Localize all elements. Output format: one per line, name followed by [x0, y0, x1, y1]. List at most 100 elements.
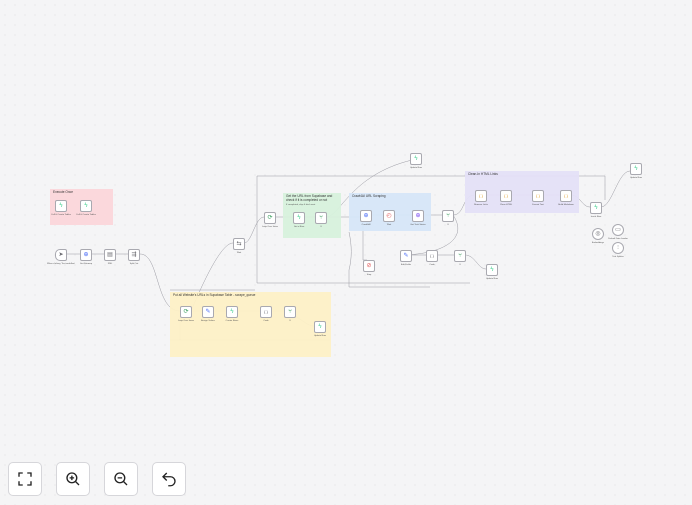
- node-split[interactable]: ⇶: [128, 249, 140, 261]
- node-label: Loop Over Items: [177, 319, 195, 322]
- node-embed[interactable]: ◎: [592, 228, 604, 240]
- node-label: If: [459, 263, 461, 266]
- node-wait2[interactable]: ◴: [383, 210, 395, 222]
- merge-icon: ⇆: [236, 241, 242, 247]
- splitter-icon: ⫶: [617, 245, 619, 251]
- node-clean1[interactable]: { }: [475, 190, 487, 202]
- cursor-icon: ➤: [58, 252, 64, 258]
- sticky-title: Put all Website's URLs in Supabase Table…: [173, 293, 256, 297]
- supabase-icon: ϟ: [490, 267, 494, 273]
- sticky-title: Execute Once: [53, 190, 74, 194]
- if-icon: ⑂: [288, 309, 292, 315]
- node-label: Update Row: [629, 176, 643, 179]
- node-label: Code: [429, 263, 435, 266]
- node-loop1[interactable]: ⟳: [180, 306, 192, 318]
- if-icon: ⑂: [458, 253, 462, 259]
- node-label: Code: [263, 319, 269, 322]
- pencil-icon: ✎: [403, 253, 409, 259]
- code-icon: { }: [536, 193, 540, 198]
- split-icon: ⇶: [131, 252, 137, 258]
- fit-view-button[interactable]: [8, 462, 42, 496]
- zoom-out-icon: [114, 472, 128, 486]
- node-sb-top[interactable]: ϟ: [410, 153, 422, 165]
- zoom-out-button[interactable]: [104, 462, 138, 496]
- pencil-icon: ✎: [205, 309, 211, 315]
- node-sitemap[interactable]: ⊕: [80, 249, 92, 261]
- node-label: Create Rows: [225, 319, 239, 322]
- node-if4[interactable]: ⑂: [454, 250, 466, 262]
- node-sb-bottom[interactable]: ϟ: [486, 264, 498, 276]
- loop-icon: ⟳: [267, 215, 273, 221]
- node-label: Wait: [386, 223, 392, 226]
- node-label: Build Markdown: [558, 203, 574, 206]
- supabase-icon: ϟ: [230, 309, 234, 315]
- node-label: Wait: [236, 251, 242, 254]
- node-label: XML: [107, 262, 113, 265]
- node-label: Text Splitter: [612, 255, 624, 258]
- node-label: Default Data Loader: [608, 237, 628, 240]
- node-clean2[interactable]: { }: [500, 190, 512, 202]
- node-if3[interactable]: ⑂: [442, 210, 454, 222]
- node-label: If: [289, 319, 291, 322]
- node-splitter[interactable]: ⫶: [612, 242, 624, 254]
- node-loop2[interactable]: ⟳: [264, 212, 276, 224]
- node-label: If: [447, 223, 449, 226]
- code-icon: { }: [479, 193, 483, 198]
- http-icon: ⊕: [415, 213, 421, 219]
- node-label: Call & Create Tables: [76, 213, 96, 216]
- node-clean4[interactable]: { }: [560, 190, 572, 202]
- node-label: Edit Fields: [400, 263, 412, 266]
- node-label: Get Task Status: [410, 223, 426, 226]
- xml-icon: ▤: [107, 252, 113, 258]
- node-exec-b[interactable]: ϟ: [80, 200, 92, 212]
- node-label: Embeddings: [591, 241, 605, 244]
- node-code2[interactable]: { }: [426, 250, 438, 262]
- node-stop[interactable]: ⊘: [363, 260, 375, 272]
- zoom-in-button[interactable]: [56, 462, 90, 496]
- node-merge1[interactable]: ⇆: [233, 238, 245, 250]
- supabase-icon: ϟ: [59, 203, 63, 209]
- stop-icon: ⊘: [366, 263, 372, 269]
- node-label: Update Row: [409, 166, 423, 169]
- embed-icon: ◎: [595, 231, 601, 237]
- supabase-icon: ϟ: [318, 324, 322, 330]
- node-crawl-run[interactable]: ⊕: [360, 210, 372, 222]
- node-label: When clicking 'Test workflow': [46, 262, 76, 265]
- node-if2[interactable]: ⑂: [315, 212, 327, 224]
- sticky-get-url-label: Get the URL from Supabase and check if i…: [283, 193, 341, 238]
- node-edit1[interactable]: ✎: [202, 306, 214, 318]
- node-exec-a[interactable]: ϟ: [55, 200, 67, 212]
- node-sb-clean[interactable]: ϟ: [590, 202, 602, 214]
- node-loader[interactable]: ▭: [612, 224, 624, 236]
- node-if1[interactable]: ⑂: [284, 306, 296, 318]
- supabase-icon: ϟ: [84, 203, 88, 209]
- sticky-put-urls-label: Put all Website's URLs in Supabase Table…: [170, 292, 331, 357]
- supabase-icon: ϟ: [634, 166, 638, 172]
- supabase-icon: ϟ: [297, 215, 301, 221]
- http-icon: ⊕: [83, 252, 89, 258]
- node-label: Get Sitemap: [79, 262, 93, 265]
- node-sb-get[interactable]: ϟ: [293, 212, 305, 224]
- node-trigger[interactable]: ➤: [55, 249, 67, 261]
- node-label: Update Row: [313, 334, 327, 337]
- code-icon: { }: [430, 253, 434, 258]
- node-label: Remove Links: [474, 203, 488, 206]
- undo-button[interactable]: [152, 462, 186, 496]
- loop-icon: ⟳: [183, 309, 189, 315]
- node-label: Split Out: [129, 262, 139, 265]
- node-clean3[interactable]: { }: [532, 190, 544, 202]
- node-label: Crawl4AI: [361, 223, 371, 226]
- sticky-subtitle: If completed, skip & fetch next: [286, 204, 316, 206]
- code-icon: { }: [564, 193, 568, 198]
- node-crawl-task[interactable]: ⊕: [412, 210, 424, 222]
- sticky-title: Clean-In HTML Links: [468, 172, 498, 176]
- node-sb-far[interactable]: ϟ: [630, 163, 642, 175]
- node-code1[interactable]: { }: [260, 306, 272, 318]
- node-sb-row2[interactable]: ϟ: [314, 321, 326, 333]
- node-sb-create[interactable]: ϟ: [226, 306, 238, 318]
- node-label: If: [320, 225, 322, 228]
- supabase-icon: ϟ: [414, 156, 418, 162]
- node-edit2[interactable]: ✎: [400, 250, 412, 262]
- node-xml[interactable]: ▤: [104, 249, 116, 261]
- node-label: Clean HTML: [499, 203, 513, 206]
